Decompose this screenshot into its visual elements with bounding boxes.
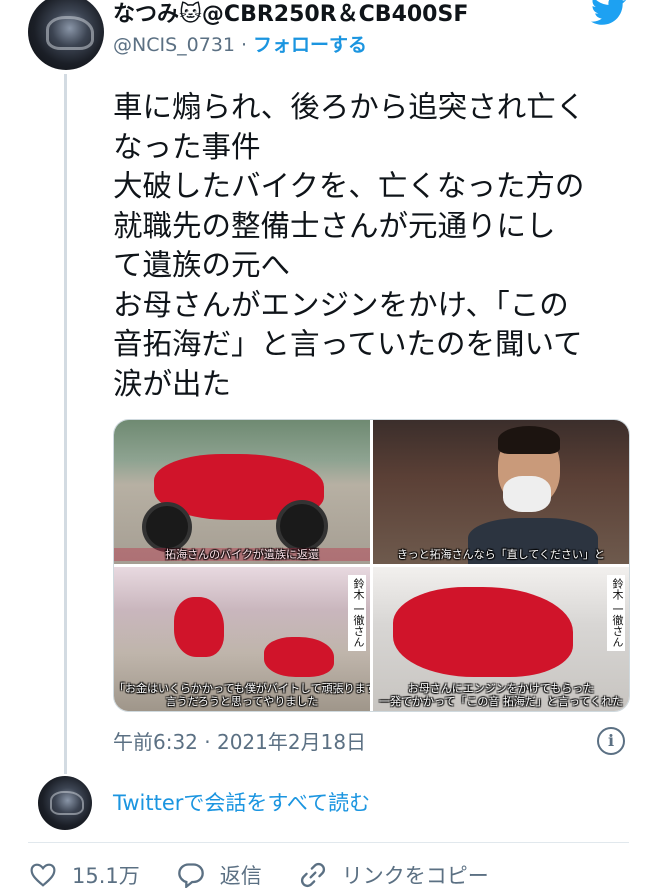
media-caption-3: 「お金はいくらかかっても僕がバイトして頑張ります」と 言うだろうと思ってやりまし…: [114, 682, 370, 708]
motorcycle-image: [174, 597, 224, 657]
motorcycle-image: [393, 587, 573, 677]
media-photo-4[interactable]: 鈴木 一徹さん お母さんにエンジンをかけてもらった 一発でかかって「この音 拓海…: [373, 567, 629, 711]
link-icon: [298, 860, 328, 890]
media-photo-2[interactable]: きっと拓海さんなら「直してください」と: [373, 420, 629, 564]
media-photo-3[interactable]: 鈴木 一徹さん 「お金はいくらかかっても僕がバイトして頑張ります」と 言うだろう…: [114, 567, 370, 711]
name-card: 鈴木 一徹さん: [348, 575, 366, 651]
read-conversation-link[interactable]: Twitterで会話をすべて読む: [113, 788, 370, 818]
media-photo-1[interactable]: 拓海さんのバイクが遺族に返還: [114, 420, 370, 564]
handle-row: @NCIS_0731 · フォローする: [113, 30, 468, 60]
follow-button[interactable]: フォローする: [253, 34, 367, 56]
twitter-bird-icon[interactable]: [591, 0, 627, 26]
reply-label: 返信: [219, 864, 262, 888]
display-name[interactable]: なつみ🐱@CBR250R＆CB400SF: [113, 0, 468, 30]
tweet-header: なつみ🐱@CBR250R＆CB400SF @NCIS_0731 · フォローする: [113, 0, 468, 60]
heart-icon: [28, 860, 58, 890]
tweet-timestamp[interactable]: 午前6:32 · 2021年2月18日: [113, 728, 366, 756]
rear-wheel: [276, 500, 328, 552]
media-caption-1: 拓海さんのバイクが遺族に返還: [114, 548, 370, 561]
reply-avatar[interactable]: [38, 776, 92, 830]
action-bar: 15.1万 返信 リンクをコピー: [28, 859, 525, 891]
copy-link-button[interactable]: リンクをコピー: [298, 860, 489, 890]
name-card: 鈴木 一徹さん: [607, 575, 625, 651]
media-caption-2: きっと拓海さんなら「直してください」と: [397, 548, 605, 561]
reply-bubble-icon: [176, 860, 206, 890]
person-hair: [498, 426, 560, 454]
separator: ·: [241, 34, 248, 56]
face-mask: [503, 476, 551, 512]
like-button[interactable]: 15.1万: [28, 860, 140, 890]
divider: [28, 842, 629, 843]
thread-line: [64, 74, 67, 774]
copy-link-label: リンクをコピー: [341, 864, 489, 888]
media-grid[interactable]: 拓海さんのバイクが遺族に返還 きっと拓海さんなら「直してください」と 鈴木 一徹…: [113, 419, 630, 712]
motorcycle-image: [264, 637, 334, 677]
handle[interactable]: @NCIS_0731: [113, 34, 235, 56]
info-icon[interactable]: i: [597, 727, 625, 755]
like-count: 15.1万: [72, 864, 140, 888]
avatar[interactable]: [28, 0, 104, 70]
reply-button[interactable]: 返信: [176, 860, 262, 890]
tweet-text: 車に煽られ、後ろから追突され亡く なった事件 大破したバイクを、亡くなった方の …: [113, 90, 586, 401]
front-wheel: [142, 502, 192, 552]
media-caption-4: お母さんにエンジンをかけてもらった 一発でかかって「この音 拓海だ」と言ってくれ…: [378, 682, 624, 708]
